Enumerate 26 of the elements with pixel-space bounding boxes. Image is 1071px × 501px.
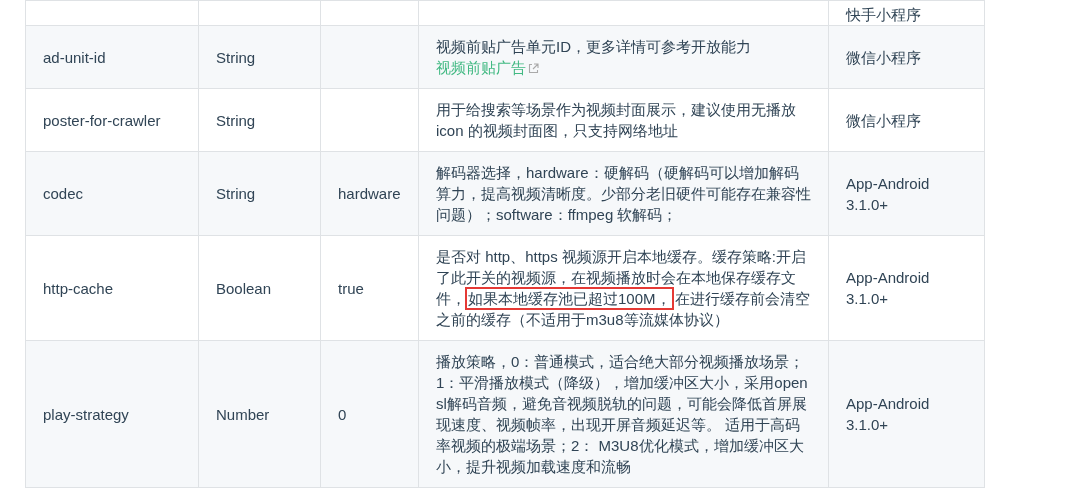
description-text: 视频前贴广告单元ID，更多详情可参考开放能力 视频前贴广告 xyxy=(436,37,752,78)
platform-text: App-Android 3.1.0+ xyxy=(846,174,930,213)
external-link-icon xyxy=(528,63,539,74)
default-value: 0 xyxy=(338,405,347,423)
attribute-name: http-cache xyxy=(43,279,114,297)
attribute-name: play-strategy xyxy=(43,405,129,423)
attribute-name: codec xyxy=(43,185,84,202)
description-text: 解码器选择，hardware：硬解码（硬解码可以增加解码算力，提高视频清晰度。少部分老旧硬件可能存在兼容性问题）；software：ffmpeg 软解码； xyxy=(436,163,811,225)
attribute-type: String xyxy=(216,185,256,202)
description-text: 用于给搜索等场景作为视频封面展示，建议使用无播放 icon 的视频封面图，只支持网络地址 xyxy=(436,100,797,141)
attribute-type: Boolean xyxy=(216,279,272,297)
default-value: hardware xyxy=(338,185,401,202)
platform-text: App-Android 3.1.0+ xyxy=(846,269,930,307)
platform-text: 快手小程序 xyxy=(846,6,921,23)
default-value: true xyxy=(338,279,364,297)
attribute-name: poster-for-crawler xyxy=(43,111,161,129)
attribute-name: ad-unit-id xyxy=(43,48,106,66)
description-text: 播放策略，0：普通模式，适合绝大部分视频播放场景；1：平滑播放模式（降级），增加缓冲区大小，采用open sl解码音频，避免音视频脱轨的问题，可能会降低首屏展现速度、视频帧率，出现开屏音频延迟等。 适用于高码率视频的极端场景；2： M3U8优化模式，增加缓冲区大小，提升视频加载速度和流畅 xyxy=(436,352,809,477)
attribute-type: String xyxy=(216,48,256,66)
attribute-type: String xyxy=(216,111,256,129)
description-text: 是否对 http、https 视频源开启本地缓存。缓存策略:开启了此开关的视频源，在视频播放时会在本地保存缓存文件，如果本地缓存池已超过100M， 在进行缓存前会清空之前的缓存（不适用于m3u8等流媒体协议） xyxy=(436,247,811,330)
platform-text: App-Android 3.1.0+ xyxy=(846,395,930,433)
attribute-type: Number xyxy=(216,405,270,423)
platform-text: 微信小程序 xyxy=(846,48,921,66)
link[interactable]: 视频前贴广告 xyxy=(436,59,539,76)
platform-text: 微信小程序 xyxy=(846,111,921,129)
